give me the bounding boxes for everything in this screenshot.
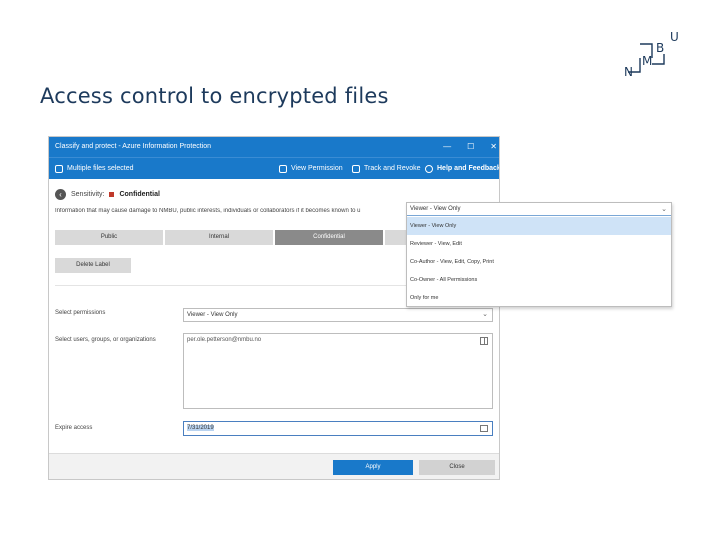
logo-letter-b: B bbox=[656, 41, 664, 55]
track-revoke-button[interactable]: Track and Revoke bbox=[352, 158, 421, 180]
view-permission-label: View Permission bbox=[291, 165, 343, 172]
label-tab-internal[interactable]: Internal bbox=[165, 230, 273, 245]
selection-indicator: Multiple files selected bbox=[55, 158, 134, 180]
chevron-down-icon: ⌄ bbox=[482, 311, 488, 318]
aip-dialog: Classify and protect - Azure Information… bbox=[48, 136, 500, 480]
calendar-icon[interactable] bbox=[480, 425, 488, 432]
permissions-dropdown: Viewer - View Only ⌄ Viewer - View Only … bbox=[406, 202, 672, 307]
permissions-select[interactable]: Viewer - View Only ⌄ bbox=[183, 308, 493, 322]
label-description: Information that may cause damage to NMB… bbox=[55, 208, 361, 214]
track-revoke-label: Track and Revoke bbox=[364, 165, 421, 172]
sensitivity-value: Confidential bbox=[119, 190, 160, 198]
select-users-label: Select users, groups, or organizations bbox=[55, 337, 156, 343]
permissions-select-value: Viewer - View Only bbox=[187, 312, 238, 318]
label-tab-public[interactable]: Public bbox=[55, 230, 163, 245]
logo-letter-n: N bbox=[624, 65, 633, 79]
maximize-button[interactable]: ☐ bbox=[467, 137, 474, 157]
dropdown-option-co-owner[interactable]: Co-Owner - All Permissions bbox=[407, 271, 671, 289]
sensitivity-row: ‹ Sensitivity: Confidential bbox=[55, 187, 160, 201]
nmbu-logo: U B M N bbox=[624, 30, 679, 79]
chevron-down-icon: ⌄ bbox=[661, 206, 667, 213]
sensitivity-color-marker bbox=[109, 191, 115, 197]
dropdown-options: Viewer - View Only Reviewer - View, Edit… bbox=[407, 217, 671, 307]
users-input-value: per.ole.petterson@nmbu.no bbox=[187, 337, 262, 343]
logo-letter-m: M bbox=[642, 54, 652, 68]
slide-title: Access control to encrypted files bbox=[40, 84, 389, 108]
dropdown-option-only-for-me[interactable]: Only for me bbox=[407, 289, 671, 307]
close-button[interactable]: Close bbox=[419, 460, 495, 475]
view-permission-button[interactable]: View Permission bbox=[279, 158, 343, 180]
expire-date-input[interactable]: 7/31/2019 bbox=[183, 421, 493, 436]
dropdown-option-reviewer[interactable]: Reviewer - View, Edit bbox=[407, 235, 671, 253]
select-permissions-label: Select permissions bbox=[55, 310, 106, 316]
selection-label: Multiple files selected bbox=[67, 165, 134, 172]
label-tab-confidential[interactable]: Confidential bbox=[275, 230, 383, 245]
dropdown-current[interactable]: Viewer - View Only ⌄ bbox=[407, 203, 671, 216]
dropdown-option-co-author[interactable]: Co-Author - View, Edit, Copy, Print bbox=[407, 253, 671, 271]
help-feedback-label: Help and Feedback bbox=[437, 165, 500, 172]
lock-icon bbox=[55, 165, 63, 173]
close-window-button[interactable]: ✕ bbox=[490, 137, 497, 157]
back-arrow-icon[interactable]: ‹ bbox=[55, 188, 66, 200]
apply-button[interactable]: Apply bbox=[333, 460, 413, 475]
help-icon bbox=[425, 165, 433, 173]
expire-date-value: 7/31/2019 bbox=[187, 425, 214, 431]
delete-label-button[interactable]: Delete Label bbox=[55, 258, 131, 273]
dialog-toolbar: Multiple files selected View Permission … bbox=[49, 157, 500, 180]
dropdown-option-viewer[interactable]: Viewer - View Only bbox=[407, 217, 671, 235]
minimize-button[interactable]: — bbox=[443, 137, 451, 157]
window-title: Classify and protect - Azure Information… bbox=[55, 143, 212, 150]
info-icon bbox=[279, 165, 287, 173]
users-input[interactable]: per.ole.petterson@nmbu.no bbox=[183, 333, 493, 409]
address-book-icon[interactable] bbox=[480, 337, 488, 345]
document-icon bbox=[352, 165, 360, 173]
sensitivity-label: Sensitivity: bbox=[71, 190, 105, 198]
dropdown-current-value: Viewer - View Only bbox=[410, 206, 461, 212]
logo-letter-u: U bbox=[670, 30, 679, 44]
expire-access-label: Expire access bbox=[55, 425, 93, 431]
window-titlebar: Classify and protect - Azure Information… bbox=[49, 137, 499, 157]
window-controls: — ☐ ✕ bbox=[443, 137, 497, 157]
help-feedback-button[interactable]: Help and Feedback bbox=[425, 158, 500, 180]
